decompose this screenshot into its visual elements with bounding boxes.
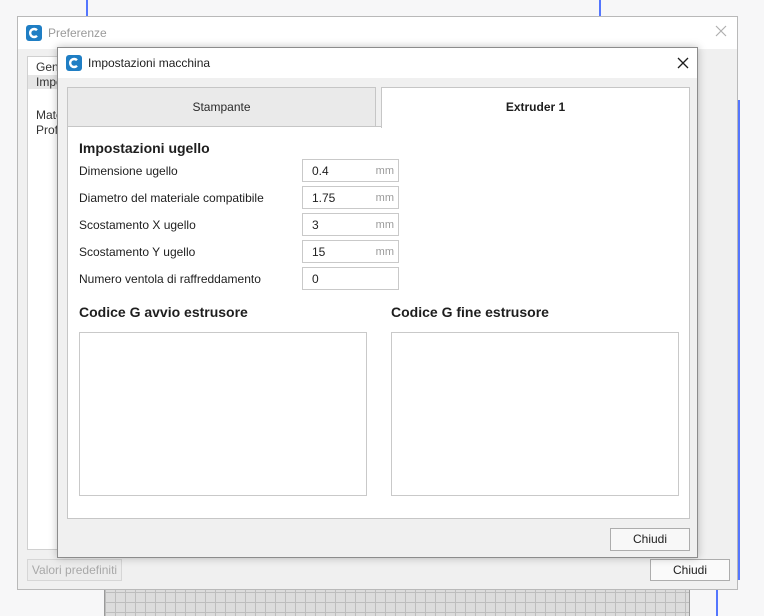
start-gcode-title: Codice G avvio estrusore	[79, 304, 248, 320]
defaults-button[interactable]: Valori predefiniti	[27, 559, 122, 581]
nozzle-offset-y-value: 15	[312, 245, 326, 259]
cooling-fan-number-value: 0	[312, 272, 319, 286]
nozzle-offset-y-input[interactable]: 15 mm	[302, 240, 399, 263]
cura-logo-icon	[66, 55, 82, 71]
nozzle-size-label: Dimensione ugello	[79, 164, 178, 178]
nozzle-offset-x-unit: mm	[375, 219, 394, 231]
end-gcode-title: Codice G fine estrusore	[391, 304, 549, 320]
preferences-category-list: Gen Impo Mate Prof	[27, 56, 61, 550]
material-diameter-unit: mm	[375, 192, 394, 204]
close-button[interactable]: Chiudi	[610, 528, 690, 551]
dialog-title-bar: Impostazioni macchina	[58, 48, 697, 78]
preferences-title-bar: Preferenze	[18, 17, 737, 49]
dialog-title: Impostazioni macchina	[88, 56, 211, 70]
cooling-fan-number-label: Numero ventola di raffreddamento	[79, 272, 261, 286]
nozzle-size-value: 0.4	[312, 164, 329, 178]
end-gcode-textarea[interactable]	[391, 332, 679, 496]
nozzle-offset-x-input[interactable]: 3 mm	[302, 213, 399, 236]
cooling-fan-number-input[interactable]: 0	[302, 267, 399, 290]
category-item-profiles[interactable]: Prof	[36, 123, 58, 137]
tab-extruder-1[interactable]: Extruder 1	[381, 87, 690, 128]
machine-settings-dialog: Impostazioni macchina Stampante Extruder…	[57, 47, 698, 558]
nozzle-size-unit: mm	[375, 165, 394, 177]
nozzle-offset-y-label: Scostamento Y ugello	[79, 245, 196, 259]
material-diameter-value: 1.75	[312, 191, 336, 205]
tab-printer[interactable]: Stampante	[67, 87, 376, 127]
preferences-title: Preferenze	[48, 26, 107, 40]
close-icon[interactable]	[713, 23, 729, 39]
close-icon[interactable]	[675, 55, 691, 71]
nozzle-offset-y-unit: mm	[375, 246, 394, 258]
wireframe-line	[738, 100, 740, 580]
material-diameter-input[interactable]: 1.75 mm	[302, 186, 399, 209]
nozzle-offset-x-value: 3	[312, 218, 319, 232]
material-diameter-label: Diametro del materiale compatibile	[79, 191, 264, 205]
nozzle-size-input[interactable]: 0.4 mm	[302, 159, 399, 182]
extruder-settings-panel: Impostazioni ugello Dimensione ugello 0.…	[67, 126, 690, 519]
start-gcode-textarea[interactable]	[79, 332, 367, 496]
category-item-general[interactable]: Gen	[36, 60, 59, 74]
nozzle-offset-x-label: Scostamento X ugello	[79, 218, 196, 232]
category-item-settings[interactable]: Impo	[28, 75, 60, 89]
cura-logo-icon	[26, 25, 42, 41]
nozzle-settings-title: Impostazioni ugello	[79, 140, 210, 156]
preferences-close-button[interactable]: Chiudi	[650, 559, 730, 581]
